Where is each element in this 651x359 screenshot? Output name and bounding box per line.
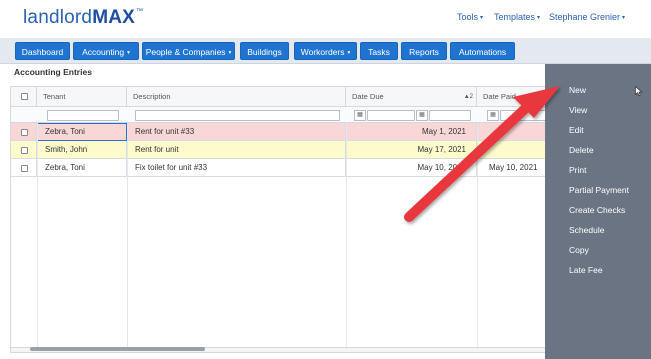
row-checkbox[interactable] — [21, 129, 28, 136]
calendar-icon[interactable]: ▦ — [354, 110, 366, 121]
mouse-pointer-icon — [635, 86, 643, 96]
menu-item-schedule[interactable]: Schedule — [569, 225, 604, 235]
table-row[interactable]: Zebra, Toni Rent for unit #33 May 1, 202… — [11, 123, 545, 141]
menu-item-delete[interactable]: Delete — [569, 145, 594, 155]
content-panel: Accounting Entries Tenant Description Da… — [0, 64, 545, 359]
date-due-cell[interactable]: May 17, 2021 — [346, 141, 477, 159]
description-cell[interactable]: Fix toilet for unit #33 — [127, 159, 346, 177]
grid-filter-row: ▦ ▦ ▦ — [11, 107, 545, 123]
table-row[interactable]: Smith, John Rent for unit May 17, 2021 — [11, 141, 545, 159]
calendar-icon[interactable]: ▦ — [416, 110, 428, 121]
date-paid-cell[interactable] — [477, 141, 545, 159]
date-due-to-filter[interactable] — [429, 110, 471, 121]
table-row[interactable]: Zebra, Toni Fix toilet for unit #33 May … — [11, 159, 545, 177]
date-paid-column-header[interactable]: Date Paid ▼1 — [477, 87, 545, 107]
column-divider — [477, 123, 478, 352]
menu-item-edit[interactable]: Edit — [569, 125, 584, 135]
landlordmax-logo[interactable]: landlordMAX™ — [23, 4, 143, 32]
app-header: landlordMAX™ Tools ▾ Templates ▾ Stephane … — [0, 0, 651, 38]
tools-menu-label: Tools — [457, 12, 479, 22]
row-checkbox[interactable] — [21, 147, 28, 154]
nav-accounting-button[interactable]: Accounting ▾ — [73, 42, 139, 60]
logo-trademark: ™ — [136, 8, 144, 15]
menu-item-create-checks[interactable]: Create Checks — [569, 205, 625, 215]
menu-item-view[interactable]: View — [569, 105, 587, 115]
templates-menu[interactable]: Templates ▾ — [494, 12, 540, 22]
nav-dashboard-label: Dashboard — [21, 47, 64, 57]
chevron-down-icon: ▾ — [347, 50, 351, 56]
row-select-cell — [11, 141, 37, 159]
date-due-header-label: Date Due — [352, 92, 384, 101]
nav-tasks-button[interactable]: Tasks — [360, 42, 398, 60]
calendar-icon[interactable]: ▦ — [487, 110, 499, 121]
date-paid-from-filter[interactable] — [500, 110, 545, 121]
chevron-down-icon: ▾ — [622, 15, 626, 21]
description-column-header[interactable]: Description — [127, 87, 346, 107]
tools-menu[interactable]: Tools ▾ — [457, 12, 483, 22]
context-actions-menu: New View Edit Delete Print Partial Payme… — [545, 64, 651, 359]
nav-workorders-label: Workorders — [300, 47, 345, 57]
logo-text-bold: MAX — [92, 7, 136, 28]
main-navigation: Dashboard Accounting ▾ People & Companies… — [0, 38, 651, 64]
tenant-column-header[interactable]: Tenant — [37, 87, 127, 107]
tenant-cell[interactable]: Smith, John — [37, 141, 127, 159]
nav-dashboard-button[interactable]: Dashboard — [15, 42, 70, 60]
column-divider — [37, 123, 38, 352]
chevron-down-icon: ▾ — [228, 50, 232, 56]
chevron-down-icon: ▾ — [127, 50, 130, 56]
menu-item-late-fee[interactable]: Late Fee — [569, 265, 603, 275]
nav-people-label: People & Companies — [145, 47, 226, 57]
menu-item-copy[interactable]: Copy — [569, 245, 589, 255]
nav-people-companies-button[interactable]: People & Companies ▾ — [142, 42, 235, 60]
tenant-header-label: Tenant — [43, 92, 66, 101]
nav-reports-button[interactable]: Reports — [401, 42, 447, 60]
date-paid-cell[interactable]: May 10, 2021 — [477, 159, 545, 177]
date-due-cell[interactable]: May 10, 2021 — [346, 159, 477, 177]
date-due-column-header[interactable]: Date Due ▲2 — [346, 87, 477, 107]
nav-buildings-label: Buildings — [247, 47, 282, 57]
column-divider — [346, 123, 347, 352]
nav-automations-button[interactable]: Automations — [450, 42, 515, 60]
chevron-down-icon: ▾ — [480, 15, 484, 21]
description-filter-input[interactable] — [135, 110, 340, 121]
grid-header-row: Tenant Description Date Due ▲2 Date Paid… — [11, 87, 545, 107]
templates-menu-label: Templates — [494, 12, 536, 22]
nav-accounting-label: Accounting — [82, 47, 125, 57]
menu-item-new[interactable]: New — [569, 85, 586, 95]
tenant-filter-input[interactable] — [47, 110, 119, 121]
user-menu[interactable]: Stephane Grenier ▾ — [549, 12, 625, 22]
menu-item-print[interactable]: Print — [569, 165, 586, 175]
chevron-down-icon: ▾ — [537, 15, 541, 21]
description-cell[interactable]: Rent for unit #33 — [127, 123, 346, 141]
nav-tasks-label: Tasks — [368, 47, 390, 57]
menu-item-partial-payment[interactable]: Partial Payment — [569, 185, 629, 195]
page-title: Accounting Entries — [14, 67, 92, 77]
accounting-entries-grid: Tenant Description Date Due ▲2 Date Paid… — [10, 86, 545, 353]
description-cell[interactable]: Rent for unit — [127, 141, 346, 159]
nav-reports-label: Reports — [409, 47, 439, 57]
tenant-cell[interactable]: Zebra, Toni — [37, 159, 127, 177]
sort-descending-icon: ▼1 — [533, 94, 543, 100]
tenant-cell[interactable]: Zebra, Toni — [37, 123, 127, 141]
column-divider — [127, 123, 128, 352]
description-header-label: Description — [133, 92, 171, 101]
logo-text: landlord — [23, 7, 93, 28]
row-select-cell — [11, 123, 37, 141]
date-paid-header-label: Date Paid — [483, 92, 516, 101]
row-select-cell — [11, 159, 37, 177]
nav-buildings-button[interactable]: Buildings — [240, 42, 289, 60]
select-all-checkbox[interactable] — [21, 93, 28, 100]
date-due-from-filter[interactable] — [367, 110, 415, 121]
date-due-cell[interactable]: May 1, 2021 — [346, 123, 477, 141]
nav-automations-label: Automations — [458, 47, 507, 57]
horizontal-scrollbar[interactable] — [30, 347, 205, 351]
sort-ascending-icon: ▲2 — [463, 94, 473, 100]
user-menu-label: Stephane Grenier — [549, 12, 621, 22]
date-paid-cell[interactable] — [477, 123, 545, 141]
select-all-header — [11, 87, 37, 107]
nav-workorders-button[interactable]: Workorders ▾ — [294, 42, 357, 60]
row-checkbox[interactable] — [21, 165, 28, 172]
